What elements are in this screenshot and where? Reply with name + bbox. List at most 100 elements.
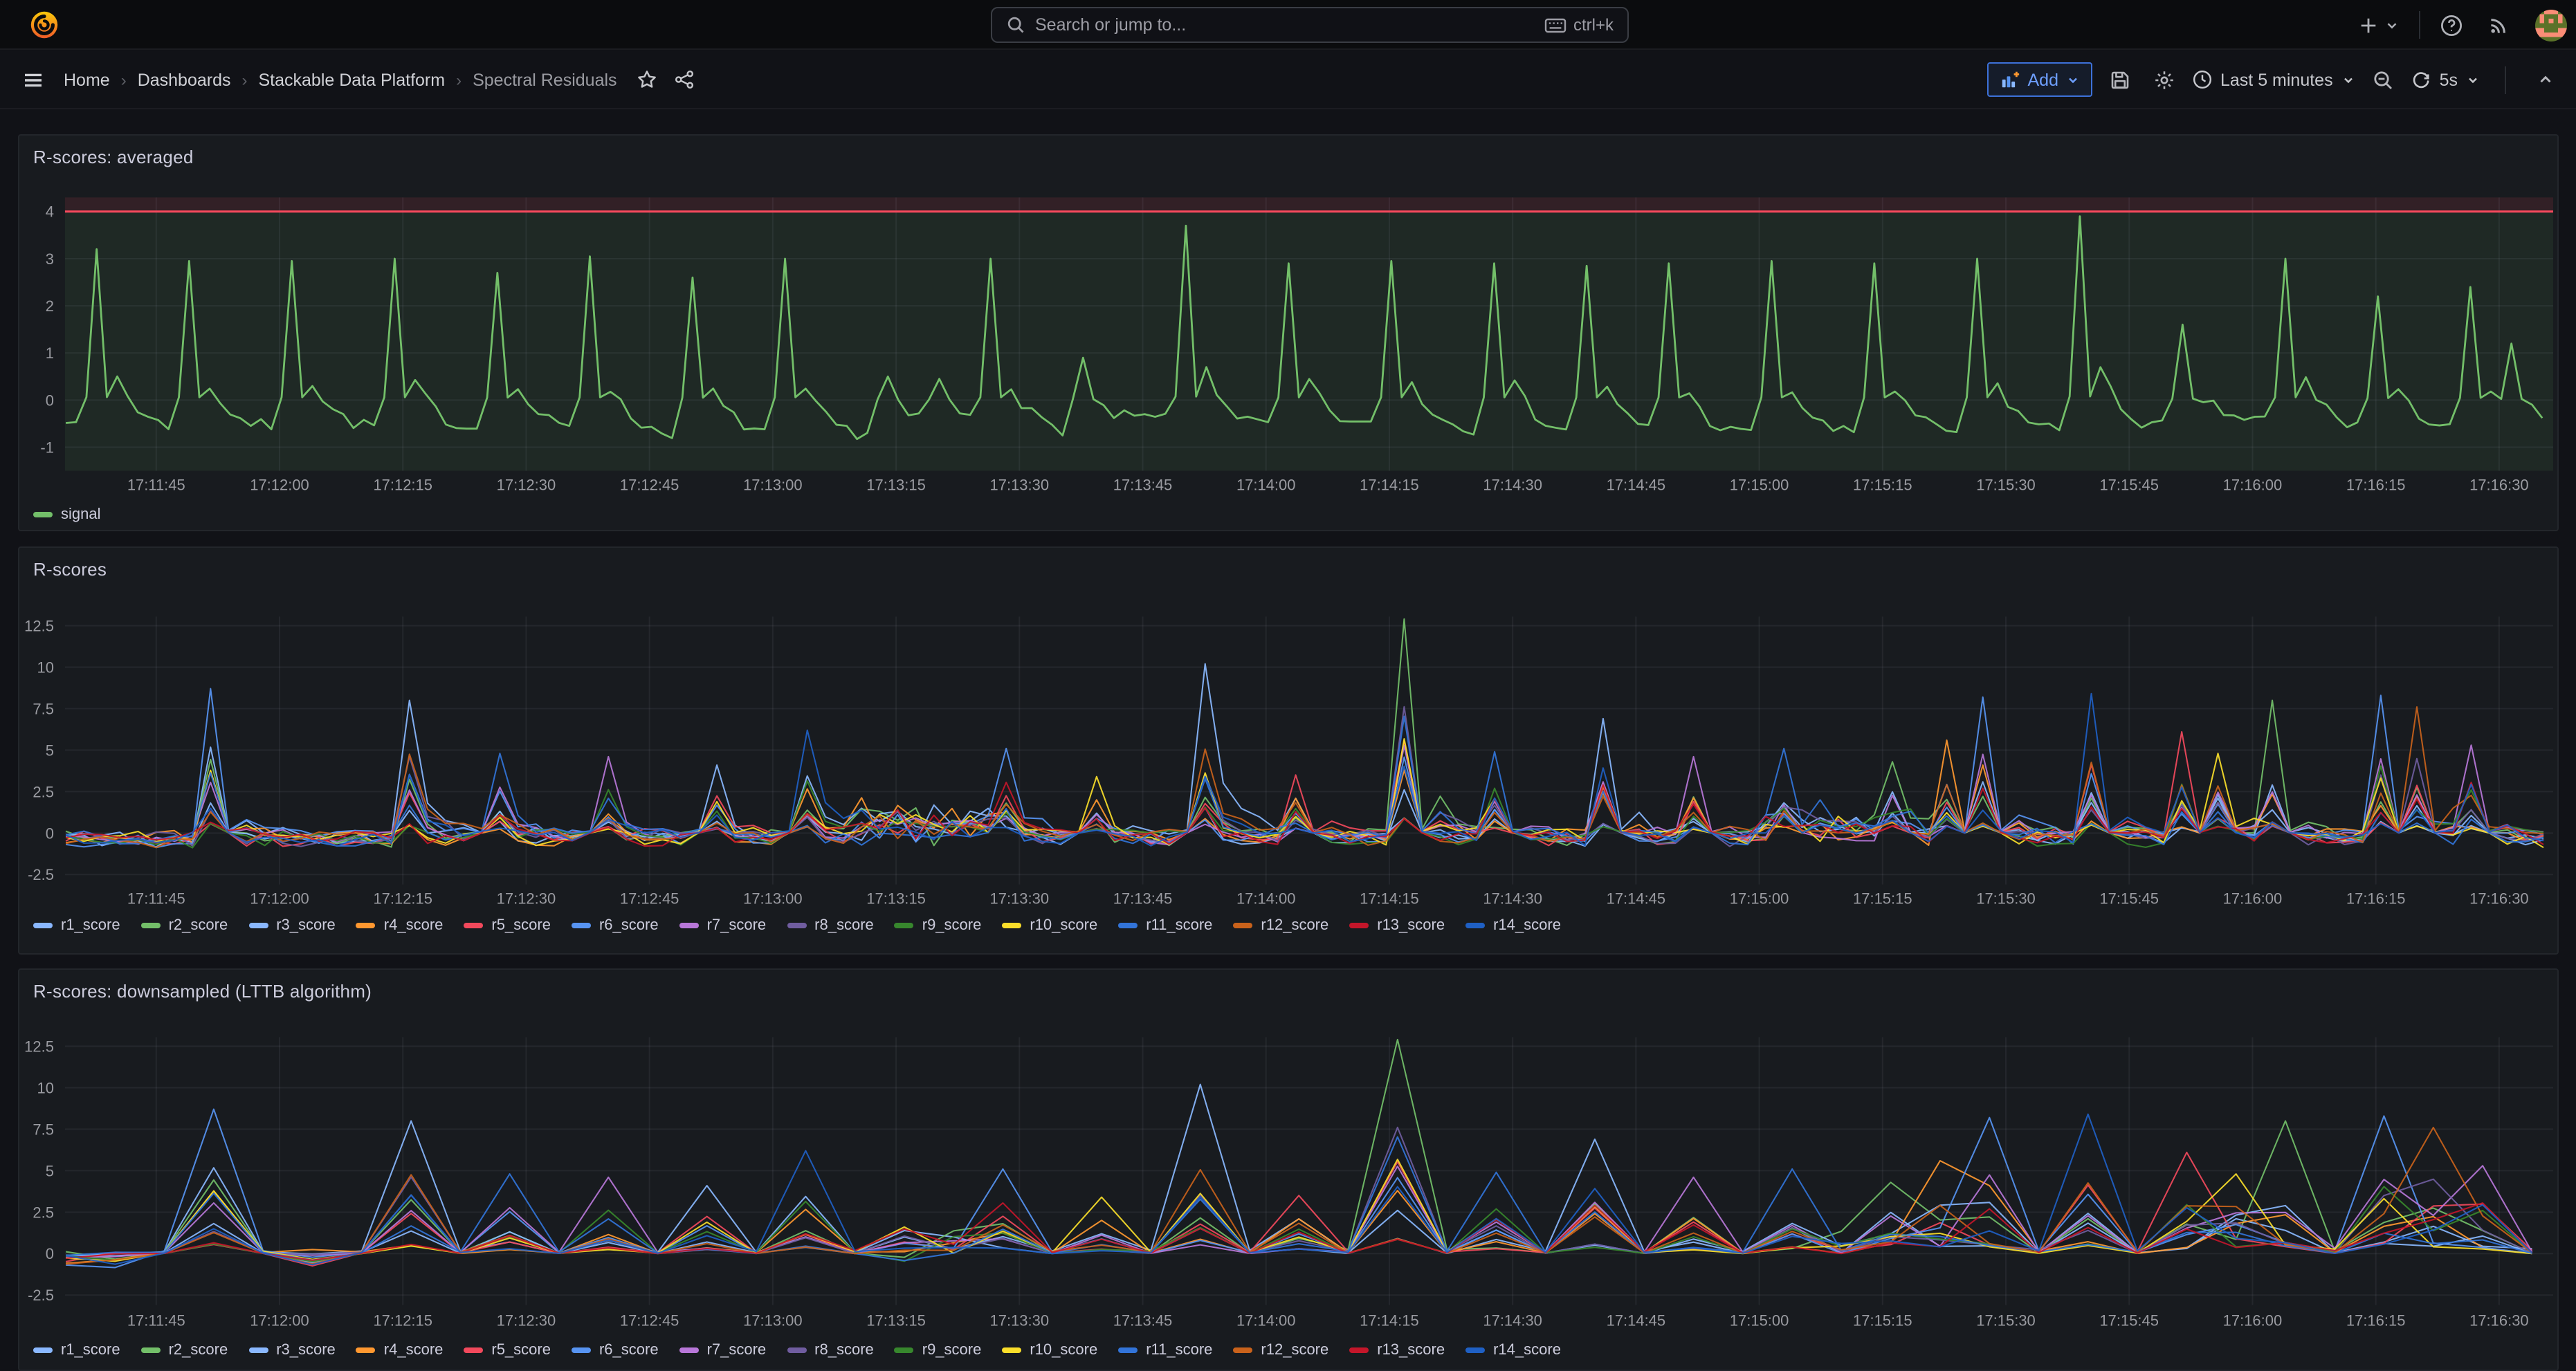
x-tick-label: 17:11:45: [127, 1312, 185, 1329]
news-button[interactable]: [2483, 6, 2516, 44]
panel-title[interactable]: R-scores: [33, 559, 107, 580]
y-tick-label: 2.5: [33, 1204, 54, 1221]
search-input[interactable]: Search or jump to... ctrl+k: [991, 7, 1629, 43]
y-tick-label: 7.5: [33, 1121, 54, 1138]
bar-chart-plus-icon: [2000, 69, 2021, 90]
time-range-label: Last 5 minutes: [2220, 70, 2333, 89]
grafana-logo[interactable]: [29, 10, 60, 40]
legend-item[interactable]: r6_score: [572, 1342, 659, 1359]
x-tick-label: 17:14:00: [1236, 1312, 1296, 1329]
dashboard-title-actions: [631, 60, 700, 99]
x-tick-label: 17:16:30: [2469, 476, 2529, 493]
time-range-picker[interactable]: Last 5 minutes: [2191, 69, 2355, 90]
y-tick-label: 2.5: [33, 783, 54, 800]
legend-item[interactable]: r8_score: [787, 917, 874, 934]
collapse-toolbar-button[interactable]: [2531, 60, 2560, 99]
x-tick-label: 17:13:30: [990, 476, 1050, 493]
legend-label: r12_score: [1261, 1342, 1328, 1359]
legend-label: r14_score: [1493, 917, 1561, 934]
legend-label: r6_score: [599, 917, 659, 934]
refresh-picker[interactable]: 5s: [2411, 69, 2480, 90]
legend-item[interactable]: r14_score: [1465, 1342, 1561, 1359]
legend-swatch: [1002, 923, 1021, 928]
y-tick-label: 10: [37, 659, 54, 676]
panel-title[interactable]: R-scores: averaged: [33, 147, 194, 167]
legend-label: r4_score: [384, 917, 444, 934]
legend-item[interactable]: r14_score: [1465, 917, 1561, 934]
legend-item[interactable]: r4_score: [356, 1342, 444, 1359]
legend-item[interactable]: r3_score: [248, 1342, 336, 1359]
legend-item[interactable]: r10_score: [1002, 1342, 1097, 1359]
breadcrumb-separator: ›: [121, 70, 127, 89]
add-panel-button[interactable]: Add: [1988, 62, 2092, 97]
breadcrumb-folder[interactable]: Stackable Data Platform: [259, 70, 446, 89]
legend-label: r13_score: [1377, 917, 1445, 934]
chart-rscores[interactable]: 12.5107.552.50-2.517:11:4517:12:0017:12:…: [19, 548, 2557, 953]
avatar-pixel-art: [2535, 9, 2567, 41]
chart-rscores-averaged[interactable]: 43210-117:11:4517:12:0017:12:1517:12:301…: [19, 136, 2557, 530]
y-tick-label: 0: [46, 392, 54, 409]
zoom-out-button[interactable]: [2366, 60, 2400, 99]
x-tick-label: 17:12:00: [250, 476, 309, 493]
x-tick-label: 17:12:15: [373, 476, 432, 493]
legend-swatch: [248, 1347, 268, 1353]
x-tick-label: 17:15:00: [1730, 890, 1789, 908]
refresh-icon: [2411, 69, 2431, 90]
legend-item[interactable]: r9_score: [895, 1342, 982, 1359]
legend-item[interactable]: r2_score: [141, 917, 228, 934]
legend-item[interactable]: r11_score: [1118, 917, 1212, 934]
breadcrumb-home[interactable]: Home: [64, 70, 110, 89]
legend-label: r5_score: [491, 917, 551, 934]
legend-swatch: [356, 1347, 376, 1353]
question-circle-icon: [2440, 13, 2463, 37]
y-tick-label: 2: [46, 297, 54, 315]
legend-item[interactable]: signal: [33, 506, 101, 523]
dashboard-settings-button[interactable]: [2147, 60, 2180, 99]
legend-item[interactable]: r7_score: [679, 1342, 767, 1359]
panel-title[interactable]: R-scores: downsampled (LTTB algorithm): [33, 981, 372, 1002]
legend-item[interactable]: r13_score: [1349, 1342, 1445, 1359]
x-tick-label: 17:16:15: [2346, 476, 2406, 493]
legend-item[interactable]: r9_score: [895, 917, 982, 934]
legend: r1_score r2_score r3_score r4_score r5_score…: [33, 917, 1561, 934]
breadcrumb: Home › Dashboards › Stackable Data Platf…: [64, 70, 617, 89]
mega-menu-button[interactable]: [17, 60, 50, 99]
save-dashboard-button[interactable]: [2103, 60, 2136, 99]
legend-item[interactable]: r5_score: [464, 1342, 551, 1359]
legend-item[interactable]: r13_score: [1349, 917, 1445, 934]
legend-swatch: [1349, 923, 1369, 928]
favorite-button[interactable]: [631, 60, 663, 99]
x-tick-label: 17:14:45: [1607, 476, 1666, 493]
chart-rscores-downsampled[interactable]: 12.5107.552.50-2.517:11:4517:12:0017:12:…: [19, 970, 2557, 1370]
help-button[interactable]: [2434, 6, 2469, 44]
legend-item[interactable]: r7_score: [679, 917, 767, 934]
x-tick-label: 17:12:45: [620, 890, 679, 908]
legend-item[interactable]: r2_score: [141, 1342, 228, 1359]
x-tick-label: 17:12:00: [250, 890, 309, 908]
legend-swatch: [1465, 923, 1485, 928]
legend-item[interactable]: r10_score: [1002, 917, 1097, 934]
new-menu-button[interactable]: [2353, 6, 2405, 44]
x-tick-label: 17:14:30: [1483, 890, 1542, 908]
breadcrumb-dashboards[interactable]: Dashboards: [138, 70, 231, 89]
legend-item[interactable]: r1_score: [33, 1342, 120, 1359]
legend-item[interactable]: r1_score: [33, 917, 120, 934]
legend-swatch: [1233, 1347, 1252, 1353]
share-button[interactable]: [668, 60, 700, 99]
legend-item[interactable]: r3_score: [248, 917, 336, 934]
x-tick-label: 17:16:00: [2223, 1312, 2283, 1329]
legend-item[interactable]: r12_score: [1233, 917, 1328, 934]
legend-item[interactable]: r6_score: [572, 917, 659, 934]
x-tick-label: 17:15:00: [1730, 476, 1789, 493]
legend-item[interactable]: r12_score: [1233, 1342, 1328, 1359]
legend-swatch: [248, 923, 268, 928]
legend-item[interactable]: r5_score: [464, 917, 551, 934]
user-avatar[interactable]: [2535, 9, 2567, 41]
x-tick-label: 17:13:15: [866, 476, 926, 493]
legend-item[interactable]: r8_score: [787, 1342, 874, 1359]
legend-item[interactable]: r4_score: [356, 917, 444, 934]
panel-rscores-averaged: 43210-117:11:4517:12:0017:12:1517:12:301…: [18, 134, 2559, 531]
legend-label: r12_score: [1261, 917, 1328, 934]
legend-item[interactable]: r11_score: [1118, 1342, 1212, 1359]
x-tick-label: 17:12:45: [620, 1312, 679, 1329]
